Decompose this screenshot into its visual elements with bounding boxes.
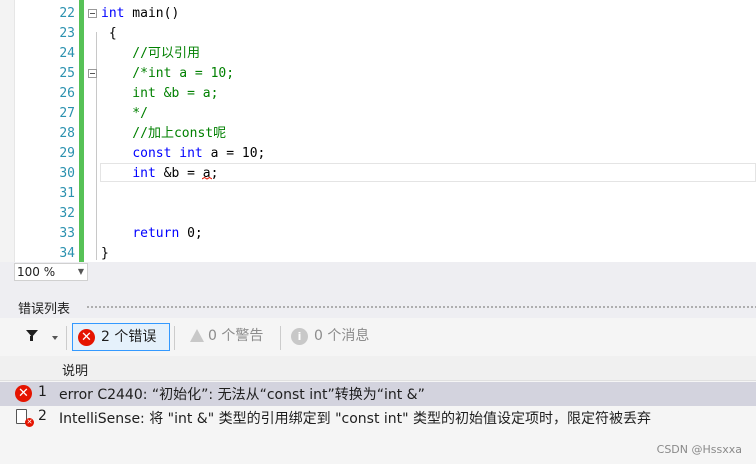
- code-line-24[interactable]: 24 //可以引用: [0, 44, 756, 64]
- code-line-32[interactable]: 32: [0, 204, 756, 224]
- line-number: 33: [59, 226, 75, 241]
- collapse-icon[interactable]: [88, 69, 97, 78]
- code-line-31[interactable]: 31: [0, 184, 756, 204]
- warnings-filter-label: 0 个警告: [208, 328, 264, 344]
- panel-header[interactable]: 错误列表: [0, 282, 756, 318]
- code-line-28[interactable]: 28 //加上const呢: [0, 124, 756, 144]
- editor-status-bar: 100 % ▼: [0, 262, 756, 282]
- line-number: 28: [59, 126, 75, 141]
- error-description: IntelliSense: 将 "int &" 类型的引用绑定到 "const …: [59, 411, 652, 427]
- zoom-level-value: 100 %: [17, 265, 56, 279]
- error-icon: ✕: [15, 385, 32, 402]
- toolbar-separator: [280, 326, 281, 350]
- line-number: 24: [59, 46, 75, 61]
- error-list-panel: 错误列表 ✕ 2 个错误 0 个警告 i 0 个消息 说明 ✕ 1 error …: [0, 282, 756, 464]
- code-line-23[interactable]: 23 {: [0, 24, 756, 44]
- line-number: 32: [59, 206, 75, 221]
- messages-filter-label: 0 个消息: [314, 328, 370, 344]
- toolbar-separator: [66, 326, 67, 350]
- error-list-toolbar: ✕ 2 个错误 0 个警告 i 0 个消息: [0, 318, 756, 356]
- code-line-25[interactable]: 25 /*int a = 10;: [0, 64, 756, 84]
- chevron-down-icon[interactable]: ▼: [78, 264, 84, 280]
- code-comment: //可以引用: [101, 46, 200, 61]
- code-line-33[interactable]: 33 return 0;: [0, 224, 756, 244]
- line-number: 27: [59, 106, 75, 121]
- keyword: return: [132, 226, 180, 241]
- line-number: 30: [59, 166, 75, 181]
- keyword: int: [101, 6, 125, 21]
- code-text: a = 10;: [202, 146, 266, 161]
- keyword: const: [132, 146, 172, 161]
- code-text: }: [101, 246, 109, 261]
- toolbar-separator: [174, 326, 175, 350]
- line-number: 23: [59, 26, 75, 41]
- drag-grip[interactable]: [86, 305, 756, 310]
- code-comment: int &b = a;: [101, 86, 219, 101]
- warnings-filter-button[interactable]: 0 个警告: [180, 323, 276, 351]
- line-number: 31: [59, 186, 75, 201]
- code-line-30[interactable]: 30 int &b = a;: [0, 164, 756, 184]
- keyword: int: [179, 146, 203, 161]
- error-index: 1: [38, 384, 47, 400]
- code-comment: //加上const呢: [101, 126, 227, 141]
- errors-filter-button[interactable]: ✕ 2 个错误: [72, 323, 170, 351]
- line-number: 34: [59, 246, 75, 261]
- line-number: 25: [59, 66, 75, 81]
- code-comment: */: [101, 106, 148, 121]
- error-index: 2: [38, 408, 47, 424]
- error-icon: ✕: [78, 329, 95, 346]
- errors-filter-label: 2 个错误: [101, 329, 157, 345]
- line-number: 29: [59, 146, 75, 161]
- code-text: main(): [124, 6, 180, 21]
- messages-filter-button[interactable]: i 0 个消息: [286, 323, 382, 351]
- line-number: 22: [59, 6, 75, 21]
- error-description: error C2440: “初始化”: 无法从“const int”转换为“in…: [59, 387, 425, 403]
- error-badge-icon: ✕: [25, 418, 34, 427]
- code-line-22[interactable]: 22 int main(): [0, 4, 756, 24]
- code-text: 0;: [179, 226, 203, 241]
- code-editor[interactable]: 22 int main() 23 { 24 //可以引用 25 /*int a …: [0, 0, 756, 262]
- code-line-27[interactable]: 27 */: [0, 104, 756, 124]
- warning-icon: [190, 329, 204, 342]
- keyword: int: [132, 166, 156, 181]
- chevron-down-icon[interactable]: [52, 336, 58, 340]
- code-line-26[interactable]: 26 int &b = a;: [0, 84, 756, 104]
- error-row[interactable]: ✕ 2 IntelliSense: 将 "int &" 类型的引用绑定到 "co…: [0, 406, 756, 430]
- code-line-29[interactable]: 29 const int a = 10;: [0, 144, 756, 164]
- watermark: CSDN @Hssxxa: [656, 443, 742, 456]
- column-header-description[interactable]: 说明: [62, 360, 88, 379]
- line-number: 26: [59, 86, 75, 101]
- panel-title: 错误列表: [18, 302, 71, 317]
- code-line-34[interactable]: 34 }: [0, 244, 756, 262]
- zoom-level-dropdown[interactable]: 100 % ▼: [14, 263, 88, 281]
- code-comment: /*int a = 10;: [101, 66, 235, 81]
- error-row[interactable]: ✕ 1 error C2440: “初始化”: 无法从“const int”转换…: [0, 382, 756, 406]
- column-header-row: 说明: [0, 356, 756, 381]
- error-squiggle: [202, 177, 212, 180]
- code-text: {: [101, 26, 117, 41]
- collapse-icon[interactable]: [88, 9, 97, 18]
- info-icon: i: [291, 328, 308, 345]
